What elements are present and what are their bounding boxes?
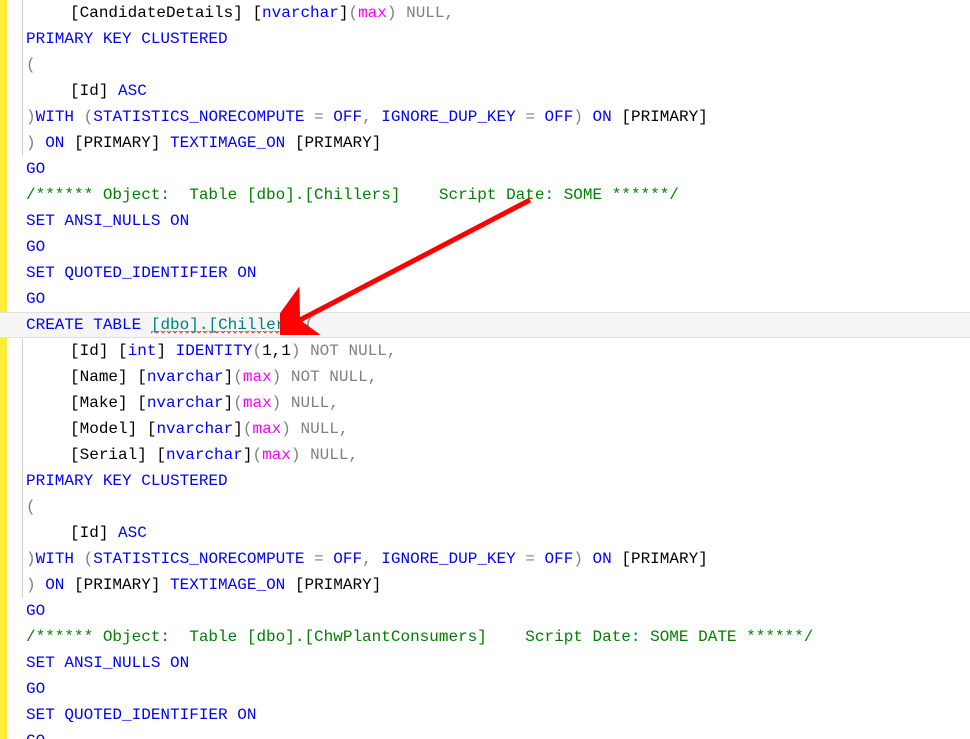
code-line[interactable]: [Id] ASC: [26, 520, 970, 546]
change-marker: [0, 468, 7, 650]
code-line[interactable]: [Serial] [nvarchar](max) NULL,: [26, 442, 970, 468]
code-line[interactable]: GO: [26, 728, 970, 739]
code-line[interactable]: ) ON [PRIMARY] TEXTIMAGE_ON [PRIMARY]: [26, 572, 970, 598]
code-line[interactable]: (: [26, 52, 970, 78]
code-line[interactable]: )WITH (STATISTICS_NORECOMPUTE = OFF, IGN…: [26, 546, 970, 572]
code-line[interactable]: GO: [26, 156, 970, 182]
code-line[interactable]: /****** Object: Table [dbo].[ChwPlantCon…: [26, 624, 970, 650]
code-line[interactable]: [CandidateDetails] [nvarchar](max) NULL,: [26, 0, 970, 26]
code-line[interactable]: [Id] [int] IDENTITY(1,1) NOT NULL,: [26, 338, 970, 364]
gutter: [0, 0, 18, 739]
outline-guide: [22, 338, 23, 598]
outline-guide: [22, 0, 23, 156]
code-line[interactable]: [Model] [nvarchar](max) NULL,: [26, 416, 970, 442]
change-marker: [0, 650, 7, 739]
code-line[interactable]: SET ANSI_NULLS ON: [26, 650, 970, 676]
change-marker: [0, 338, 7, 468]
code-line[interactable]: [Make] [nvarchar](max) NULL,: [26, 390, 970, 416]
code-line[interactable]: SET ANSI_NULLS ON: [26, 208, 970, 234]
code-line[interactable]: [Id] ASC: [26, 78, 970, 104]
code-line-current[interactable]: CREATE TABLE [dbo].[Chillers](: [0, 312, 970, 338]
code-line[interactable]: SET QUOTED_IDENTIFIER ON: [26, 260, 970, 286]
code-line[interactable]: PRIMARY KEY CLUSTERED: [26, 26, 970, 52]
code-line[interactable]: SET QUOTED_IDENTIFIER ON: [26, 702, 970, 728]
code-line[interactable]: )WITH (STATISTICS_NORECOMPUTE = OFF, IGN…: [26, 104, 970, 130]
sql-editor[interactable]: [CandidateDetails] [nvarchar](max) NULL,…: [0, 0, 970, 739]
code-line[interactable]: GO: [26, 234, 970, 260]
code-line[interactable]: PRIMARY KEY CLUSTERED: [26, 468, 970, 494]
change-marker: [0, 0, 7, 182]
code-line[interactable]: GO: [26, 676, 970, 702]
change-marker: [0, 182, 7, 312]
code-line[interactable]: ) ON [PRIMARY] TEXTIMAGE_ON [PRIMARY]: [26, 130, 970, 156]
code-area[interactable]: [CandidateDetails] [nvarchar](max) NULL,…: [26, 0, 970, 739]
code-line[interactable]: [Name] [nvarchar](max) NOT NULL,: [26, 364, 970, 390]
code-line[interactable]: GO: [26, 286, 970, 312]
code-line[interactable]: /****** Object: Table [dbo].[Chillers] S…: [26, 182, 970, 208]
code-line[interactable]: (: [26, 494, 970, 520]
code-line[interactable]: GO: [26, 598, 970, 624]
